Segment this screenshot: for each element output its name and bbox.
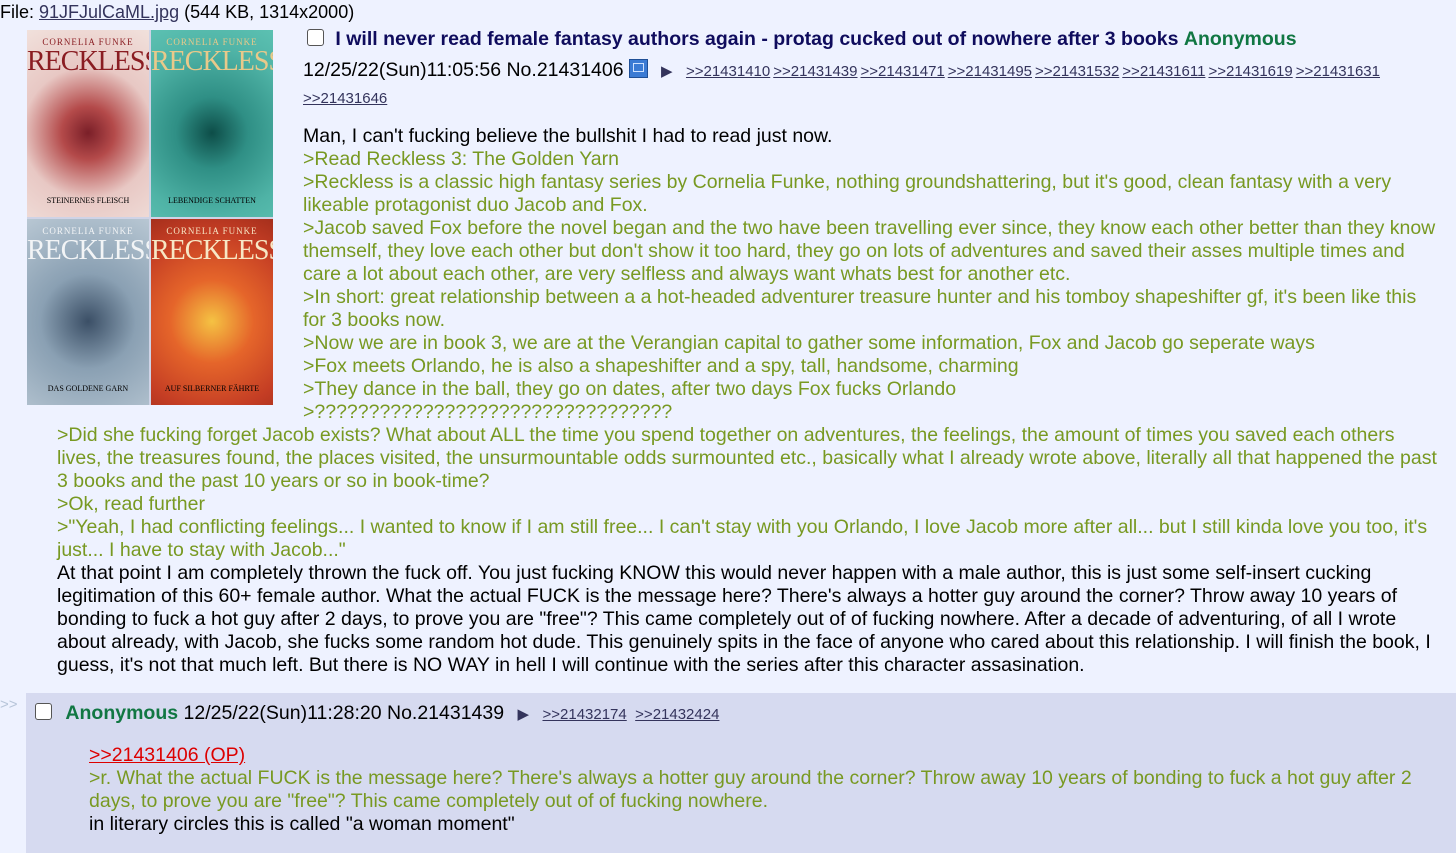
cover-subtitle: AUF SILBERNER FÄHRTE [164,384,260,393]
file-meta: (544 KB, 1314x2000) [179,2,355,22]
backlink[interactable]: >>21431646 [303,90,387,107]
backlink[interactable]: >>21431532 [1035,63,1119,80]
backlink[interactable]: >>21431631 [1296,63,1380,80]
book-cover-1: CORNELIA FUNKE RECKLESS STEINERNES FLEIS… [27,30,149,217]
greentext-line: >"Yeah, I had conflicting feelings... I … [57,516,1428,561]
floppy-disk-icon[interactable] [628,59,648,78]
backlink[interactable]: >>21431495 [948,63,1032,80]
menu-arrow-icon[interactable]: ▶ [661,63,673,80]
greentext-line: >Ok, read further [57,493,205,515]
op-subject: I will never read female fantasy authors… [335,28,1179,50]
reply-post-number[interactable]: No.21431439 [387,702,504,724]
reply-side-arrows: >> [0,696,18,713]
op-name: Anonymous [1183,28,1297,50]
backlink[interactable]: >>21432424 [635,706,719,723]
cover-subtitle: STEINERNES FLEISCH [46,195,130,205]
op-backlinks: >>21431410 >>21431439 >>21431471 >>21431495… [686,59,1383,81]
reply-post: Anonymous 12/25/22(Sun)11:28:20 No.21431… [26,693,1456,853]
book-cover-4: CORNELIA FUNKE RECKLESS AUF SILBERNER FÄ… [151,218,273,405]
backlink[interactable]: >>21431410 [686,63,770,80]
backlink[interactable]: >>21431471 [861,63,945,80]
op-select-checkbox[interactable] [307,29,324,46]
cover-title: RECKLESS [151,46,273,77]
quote-link-op[interactable]: >>21431406 (OP) [89,744,245,766]
comment-line: Man, I can't fucking believe the bullshi… [303,125,833,147]
menu-arrow-icon[interactable]: ▶ [518,706,530,723]
file-label: File: [0,2,40,22]
cover-title: RECKLESS [27,234,149,266]
cover-title: RECKLESS [27,46,149,77]
cover-subtitle: DAS GOLDENE GARN [47,384,129,393]
greentext-line: >Did she fucking forget Jacob exists? Wh… [57,424,1437,492]
greentext-line: >In short: great relationship between a … [303,286,1417,331]
greentext-line: >????????????????????????????????? [303,401,673,423]
greentext-line: >Fox meets Orlando, he is also a shapesh… [303,355,1019,377]
backlink[interactable]: >>21431439 [773,63,857,80]
greentext-line: >Now we are in book 3, we are at the Ver… [303,332,1315,354]
backlink[interactable]: >>21431619 [1208,63,1292,80]
book-cover-3: CORNELIA FUNKE RECKLESS DAS GOLDENE GARN [27,218,149,405]
op-backlinks-wrap: >>21431646 [303,86,390,109]
op-comment-continued: >Did she fucking forget Jacob exists? Wh… [57,424,1442,677]
comment-line: in literary circles this is called "a wo… [89,813,515,835]
cover-title: RECKLESS [151,234,273,266]
comment-line: At that point I am completely thrown the… [57,562,1431,676]
greentext-line: >Jacob saved Fox before the novel began … [303,217,1436,285]
op-meta: 12/25/22(Sun)11:05:56 No.21431406 ▶ >>21… [303,59,1383,82]
reply-name: Anonymous [65,702,179,724]
backlink[interactable]: >>21431611 [1122,63,1205,80]
file-info: File: 91JFJulCaML.jpg (544 KB, 1314x2000… [0,2,354,23]
file-link[interactable]: 91JFJulCaML.jpg [39,2,179,22]
reply-header: Anonymous 12/25/22(Sun)11:28:20 No.21431… [35,702,722,725]
op-datetime: 12/25/22(Sun)11:05:56 [303,59,502,81]
book-cover-2: CORNELIA FUNKE RECKLESS LEBENDIGE SCHATT… [151,30,273,217]
reply-comment: >>21431406 (OP) >r. What the actual FUCK… [89,744,1419,836]
cover-subtitle: LEBENDIGE SCHATTEN [168,195,256,205]
op-thumbnail[interactable]: CORNELIA FUNKE RECKLESS STEINERNES FLEIS… [27,30,273,405]
op-header: I will never read female fantasy authors… [307,28,1297,51]
reply-select-checkbox[interactable] [35,703,52,720]
greentext-line: >r. What the actual FUCK is the message … [89,767,1412,812]
greentext-line: >They dance in the ball, they go on date… [303,378,957,400]
backlink[interactable]: >>21432174 [542,706,626,723]
reply-datetime: 12/25/22(Sun)11:28:20 [183,702,382,724]
greentext-line: >Reckless is a classic high fantasy seri… [303,171,1392,216]
greentext-line: >Read Reckless 3: The Golden Yarn [303,148,619,170]
op-comment: Man, I can't fucking believe the bullshi… [303,125,1438,424]
op-post-number[interactable]: No.21431406 [506,59,623,81]
